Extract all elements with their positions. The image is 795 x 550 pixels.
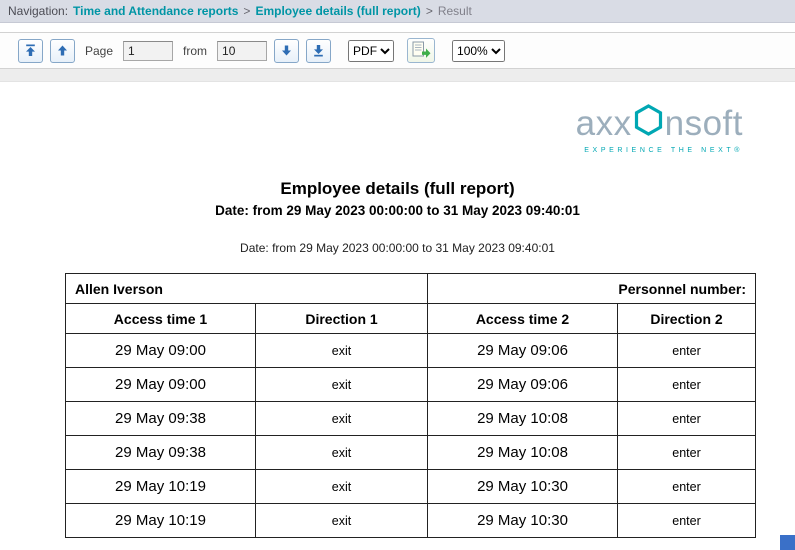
next-page-button[interactable] <box>274 39 299 63</box>
employee-header-row: Allen Iverson Personnel number: <box>66 274 756 304</box>
table-row: 29 May 09:00exit29 May 09:06enter <box>66 368 756 402</box>
direction-cell: exit <box>256 334 428 368</box>
axxonsoft-logo-wordmark: axx nsoft <box>576 103 743 143</box>
arrow-down-icon <box>280 44 293 57</box>
access-time-cell: 29 May 10:08 <box>428 436 618 470</box>
direction-cell: enter <box>618 402 756 436</box>
total-pages-input[interactable] <box>217 41 267 61</box>
logo-text-after: nsoft <box>665 106 743 141</box>
column-header-direction-1: Direction 1 <box>256 304 428 334</box>
direction-cell: enter <box>618 470 756 504</box>
direction-cell: exit <box>256 504 428 538</box>
column-header-row: Access time 1 Direction 1 Access time 2 … <box>66 304 756 334</box>
table-row: 29 May 10:19exit29 May 10:30enter <box>66 470 756 504</box>
breadcrumb-link-employee-details[interactable]: Employee details (full report) <box>255 4 420 18</box>
report-viewer-window: Navigation: Time and Attendance reports … <box>0 0 795 550</box>
arrow-up-icon <box>56 44 69 57</box>
report-title: Employee details (full report) <box>0 179 795 199</box>
personnel-number-label: Personnel number: <box>428 274 756 304</box>
zoom-select[interactable]: 100% <box>452 40 505 62</box>
arrow-up-to-bar-icon <box>24 44 37 57</box>
axxonsoft-logo: axx nsoft EXPERIENCE THE NEXT® <box>576 103 743 154</box>
logo-tagline: EXPERIENCE THE NEXT® <box>576 147 743 154</box>
first-page-button[interactable] <box>18 39 43 63</box>
direction-cell: enter <box>618 368 756 402</box>
table-row: 29 May 09:00exit29 May 09:06enter <box>66 334 756 368</box>
breadcrumb-link-time-attendance-reports[interactable]: Time and Attendance reports <box>73 4 238 18</box>
last-page-button[interactable] <box>306 39 331 63</box>
direction-cell: exit <box>256 436 428 470</box>
export-format-select[interactable]: PDF <box>348 40 394 62</box>
access-time-cell: 29 May 10:30 <box>428 470 618 504</box>
access-time-cell: 29 May 10:30 <box>428 504 618 538</box>
table-row: 29 May 09:38exit29 May 10:08enter <box>66 402 756 436</box>
hexagon-o-icon <box>632 103 665 143</box>
report-subtitle: Date: from 29 May 2023 00:00:00 to 31 Ma… <box>0 203 795 218</box>
access-time-cell: 29 May 10:19 <box>66 504 256 538</box>
direction-cell: exit <box>256 470 428 504</box>
report-table-rows: 29 May 09:00exit29 May 09:06enter29 May … <box>66 334 756 538</box>
access-time-cell: 29 May 09:00 <box>66 334 256 368</box>
breadcrumb: Navigation: Time and Attendance reports … <box>0 0 795 23</box>
access-time-cell: 29 May 10:08 <box>428 402 618 436</box>
breadcrumb-label: Navigation: <box>8 4 68 18</box>
table-row: 29 May 09:38exit29 May 10:08enter <box>66 436 756 470</box>
export-button[interactable] <box>407 38 435 63</box>
report-page: axx nsoft EXPERIENCE THE NEXT® Employee … <box>0 69 795 538</box>
access-time-cell: 29 May 10:19 <box>66 470 256 504</box>
breadcrumb-separator: > <box>243 4 250 18</box>
access-time-cell: 29 May 09:38 <box>66 402 256 436</box>
column-header-access-time-1: Access time 1 <box>66 304 256 334</box>
breadcrumb-separator: > <box>426 4 433 18</box>
direction-cell: enter <box>618 504 756 538</box>
toolbar-page-divider <box>0 69 795 82</box>
previous-page-button[interactable] <box>50 39 75 63</box>
column-header-direction-2: Direction 2 <box>618 304 756 334</box>
toolbar: Page from PDF <box>0 32 795 69</box>
direction-cell: exit <box>256 368 428 402</box>
scrollbar-corner[interactable] <box>780 535 795 550</box>
access-time-cell: 29 May 09:38 <box>66 436 256 470</box>
access-time-cell: 29 May 09:06 <box>428 368 618 402</box>
access-time-cell: 29 May 09:00 <box>66 368 256 402</box>
from-label: from <box>183 44 207 58</box>
access-time-cell: 29 May 09:06 <box>428 334 618 368</box>
column-header-access-time-2: Access time 2 <box>428 304 618 334</box>
table-row: 29 May 10:19exit29 May 10:30enter <box>66 504 756 538</box>
employee-report-table: Allen Iverson Personnel number: Access t… <box>65 273 756 538</box>
direction-cell: exit <box>256 402 428 436</box>
employee-name: Allen Iverson <box>66 274 428 304</box>
export-document-icon <box>412 41 431 61</box>
page-number-input[interactable] <box>123 41 173 61</box>
logo-text-before: axx <box>576 106 632 141</box>
direction-cell: enter <box>618 436 756 470</box>
direction-cell: enter <box>618 334 756 368</box>
page-label: Page <box>85 44 113 58</box>
arrow-down-to-bar-icon <box>312 44 325 57</box>
breadcrumb-current-result: Result <box>438 4 472 18</box>
report-date-line: Date: from 29 May 2023 00:00:00 to 31 Ma… <box>0 241 795 255</box>
